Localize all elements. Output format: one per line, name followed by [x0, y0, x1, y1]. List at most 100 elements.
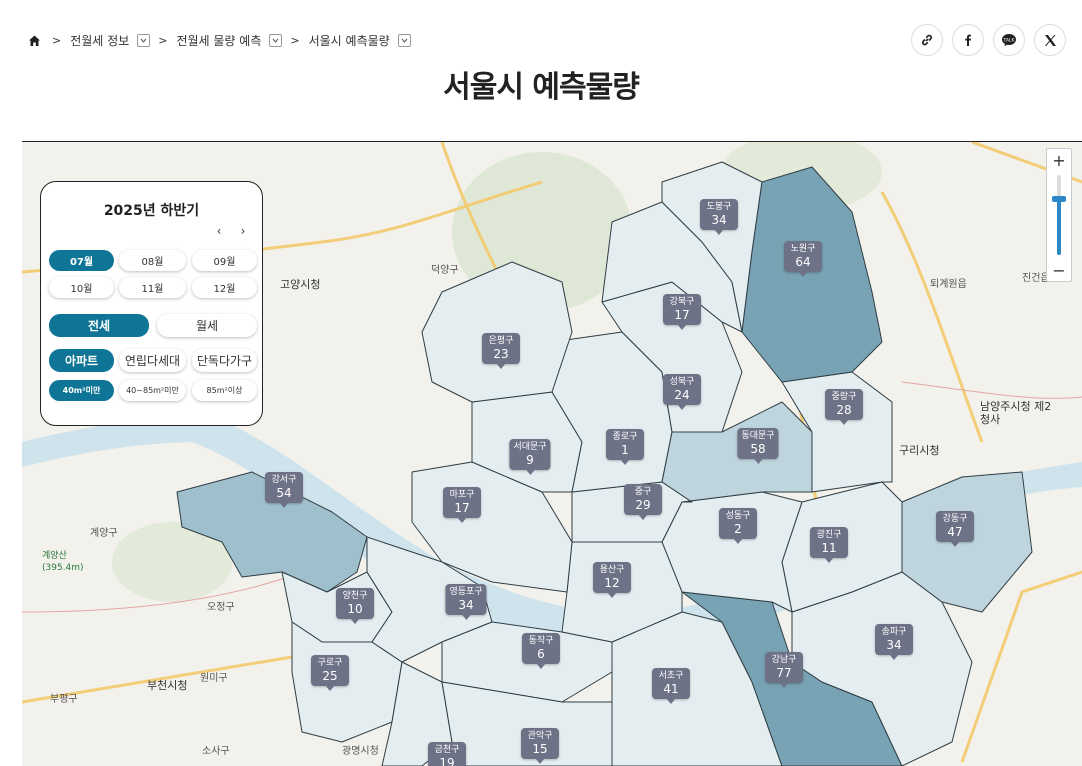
breadcrumb-item[interactable]: 전월세 물량 예측 [176, 32, 288, 49]
district-marker-box[interactable]: 중랑구 28 [825, 389, 863, 420]
district-marker-box[interactable]: 중구 29 [624, 484, 662, 515]
district-marker[interactable]: 용산구 12 [593, 562, 631, 598]
district-marker[interactable]: 구로구 25 [311, 655, 349, 691]
size-range-button[interactable]: 85m²이상 [192, 380, 257, 401]
chevron-down-icon[interactable] [137, 33, 151, 47]
district-value: 25 [322, 669, 338, 683]
district-marker[interactable]: 강북구 17 [663, 294, 701, 330]
breadcrumb-label[interactable]: 전월세 물량 예측 [176, 32, 261, 49]
district-marker-box[interactable]: 광진구 11 [810, 527, 848, 558]
link-icon[interactable] [911, 24, 943, 56]
district-name: 종로구 [612, 432, 638, 442]
district-marker-box[interactable]: 동작구 6 [522, 633, 560, 664]
district-marker[interactable]: 금천구 19 [428, 742, 466, 766]
district-marker[interactable]: 강동구 47 [936, 511, 974, 547]
month-button[interactable]: 10월 [49, 277, 114, 298]
facebook-icon[interactable] [952, 24, 984, 56]
district-marker[interactable]: 중구 29 [624, 484, 662, 520]
district-marker[interactable]: 강서구 54 [265, 472, 303, 508]
breadcrumb-item[interactable]: 서울시 예측물량 [309, 32, 417, 49]
zoom-control[interactable]: + − [1046, 148, 1072, 282]
month-button[interactable]: 09월 [192, 250, 257, 271]
housing-type-villa[interactable]: 연립다세대 [119, 349, 186, 372]
district-marker-box[interactable]: 양천구 10 [336, 588, 374, 619]
district-name: 강남구 [771, 655, 797, 665]
district-marker[interactable]: 관악구 15 [521, 728, 559, 764]
district-marker-box[interactable]: 영등포구 34 [445, 584, 487, 615]
district-marker-box[interactable]: 관악구 15 [521, 728, 559, 759]
month-button[interactable]: 12월 [192, 277, 257, 298]
month-button[interactable]: 08월 [119, 250, 186, 271]
district-name: 강북구 [669, 297, 695, 307]
breadcrumb-label[interactable]: 서울시 예측물량 [309, 32, 390, 49]
zoom-slider-handle[interactable] [1052, 196, 1066, 202]
zoom-out-button[interactable]: − [1047, 259, 1071, 281]
district-marker-box[interactable]: 강서구 54 [265, 472, 303, 503]
district-marker-box[interactable]: 마포구 17 [443, 487, 481, 518]
lease-type-jeonse[interactable]: 전세 [49, 314, 149, 337]
district-value: 11 [821, 541, 837, 555]
district-marker-box[interactable]: 성동구 2 [719, 508, 757, 539]
district-marker-box[interactable]: 구로구 25 [311, 655, 349, 686]
breadcrumb-item[interactable]: 전월세 정보 [70, 32, 156, 49]
district-marker-box[interactable]: 서초구 41 [652, 668, 690, 699]
district-marker[interactable]: 종로구 1 [606, 429, 644, 465]
kakaotalk-icon[interactable]: TALK [993, 24, 1025, 56]
district-marker-box[interactable]: 용산구 12 [593, 562, 631, 593]
breadcrumb-label[interactable]: 전월세 정보 [70, 32, 129, 49]
district-marker-box[interactable]: 종로구 1 [606, 429, 644, 460]
month-button[interactable]: 11월 [119, 277, 186, 298]
district-marker[interactable]: 은평구 23 [482, 333, 520, 369]
district-marker-box[interactable]: 서대문구 9 [509, 439, 551, 470]
district-marker-box[interactable]: 동대문구 58 [737, 428, 779, 459]
size-range-button[interactable]: 40~85m²미만 [119, 380, 186, 401]
map-label: 부평구 [50, 694, 78, 705]
district-marker[interactable]: 동작구 6 [522, 633, 560, 669]
zoom-slider[interactable] [1052, 175, 1066, 255]
district-value: 64 [795, 255, 811, 269]
district-marker[interactable]: 광진구 11 [810, 527, 848, 563]
next-period-icon[interactable]: › [234, 222, 252, 240]
district-marker[interactable]: 성동구 2 [719, 508, 757, 544]
district-marker[interactable]: 성북구 24 [663, 374, 701, 410]
housing-type-apartment[interactable]: 아파트 [49, 349, 114, 372]
district-marker[interactable]: 도봉구 34 [700, 199, 738, 235]
district-marker[interactable]: 영등포구 34 [445, 584, 487, 620]
district-marker[interactable]: 서대문구 9 [509, 439, 551, 475]
district-name: 서초구 [658, 671, 684, 681]
district-marker[interactable]: 양천구 10 [336, 588, 374, 624]
district-marker[interactable]: 노원구 64 [784, 241, 822, 277]
district-marker-box[interactable]: 강동구 47 [936, 511, 974, 542]
lease-type-wolse[interactable]: 월세 [157, 314, 257, 337]
district-marker[interactable]: 강남구 77 [765, 652, 803, 688]
district-marker[interactable]: 마포구 17 [443, 487, 481, 523]
map-label: 계양산 (395.4m) [42, 551, 84, 573]
housing-type-house[interactable]: 단독다가구 [192, 349, 257, 372]
zoom-in-button[interactable]: + [1047, 149, 1071, 171]
prev-period-icon[interactable]: ‹ [210, 222, 228, 240]
district-marker-box[interactable]: 노원구 64 [784, 241, 822, 272]
district-marker-box[interactable]: 송파구 34 [875, 624, 913, 655]
size-range-button[interactable]: 40m²미만 [49, 380, 114, 401]
district-marker-box[interactable]: 강남구 77 [765, 652, 803, 683]
district-name: 노원구 [790, 244, 816, 254]
district-marker-box[interactable]: 은평구 23 [482, 333, 520, 364]
district-marker[interactable]: 동대문구 58 [737, 428, 779, 464]
district-marker-box[interactable]: 금천구 19 [428, 742, 466, 766]
district-marker-box[interactable]: 강북구 17 [663, 294, 701, 325]
district-name: 서대문구 [513, 442, 547, 452]
marker-pointer [535, 758, 545, 764]
district-marker[interactable]: 서초구 41 [652, 668, 690, 704]
district-name: 송파구 [881, 627, 907, 637]
chevron-down-icon[interactable] [397, 33, 411, 47]
chevron-down-icon[interactable] [269, 33, 283, 47]
district-marker-box[interactable]: 도봉구 34 [700, 199, 738, 230]
x-icon[interactable] [1034, 24, 1066, 56]
district-value: 47 [947, 525, 963, 539]
map-label: 원미구 [200, 673, 228, 684]
district-marker[interactable]: 중랑구 28 [825, 389, 863, 425]
home-icon[interactable] [28, 33, 42, 47]
month-button[interactable]: 07월 [49, 250, 114, 271]
district-marker[interactable]: 송파구 34 [875, 624, 913, 660]
district-marker-box[interactable]: 성북구 24 [663, 374, 701, 405]
